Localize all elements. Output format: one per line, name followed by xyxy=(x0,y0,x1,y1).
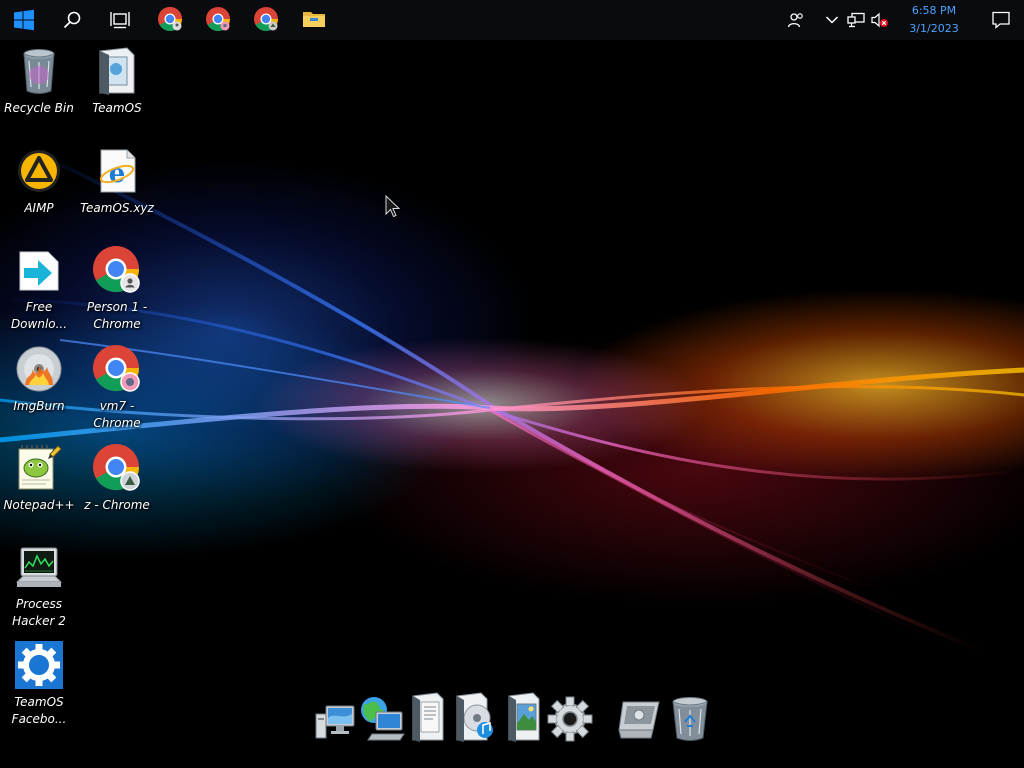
desktop-icon-label: Process Hacker 2 xyxy=(12,597,66,628)
process-hacker-icon xyxy=(14,542,64,592)
desktop-icon-label: TeamOS.xyz xyxy=(80,201,154,215)
dock-item-settings[interactable] xyxy=(546,690,594,742)
desktop-icon-label: z - Chrome xyxy=(84,498,150,512)
desktop-icon-label: vm7 - Chrome xyxy=(93,399,141,430)
search-button[interactable] xyxy=(48,0,96,40)
imgburn-icon xyxy=(14,344,64,394)
clock-time: 6:58 PM xyxy=(911,4,957,17)
desktop-icon-label: TeamOS xyxy=(92,101,142,115)
recycle-bin-icon xyxy=(672,697,708,741)
music-folder-icon xyxy=(456,692,493,742)
network-button[interactable] xyxy=(844,0,868,40)
dock-item-control-panel[interactable] xyxy=(616,690,664,742)
show-hidden-icons-button[interactable] xyxy=(820,0,844,40)
dock-item-recycle-bin[interactable] xyxy=(666,690,714,742)
taskbar-chrome-vm7[interactable] xyxy=(194,0,242,40)
people-icon xyxy=(787,13,803,28)
notepad-plus-plus-icon xyxy=(14,443,64,493)
volume-muted-icon xyxy=(871,12,888,28)
desktop-icon-label: ImgBurn xyxy=(13,399,65,413)
start-button[interactable] xyxy=(0,0,48,40)
desktop-icon-person-1-chrome[interactable]: Person 1 - Chrome xyxy=(78,245,156,333)
dock-item-music[interactable] xyxy=(452,690,500,742)
control-panel-icon xyxy=(618,701,660,739)
taskbar: 6:58 PM 3/1/2023 xyxy=(0,0,1024,40)
dock xyxy=(310,690,720,744)
folder-document-icon xyxy=(92,46,142,96)
chrome-icon xyxy=(92,245,142,295)
dock-item-pictures[interactable] xyxy=(500,690,548,742)
chevron-up-icon xyxy=(825,16,839,24)
dock-item-network[interactable] xyxy=(358,690,406,742)
desktop-icon-label: TeamOS Facebo... xyxy=(11,695,67,726)
task-view-button[interactable] xyxy=(96,0,144,40)
desktop-icon-label: Person 1 - Chrome xyxy=(86,300,148,331)
internet-explorer-icon: e xyxy=(92,146,142,196)
recycle-bin-icon xyxy=(14,46,64,96)
aimp-icon xyxy=(14,146,64,196)
desktop-icon-notepad-plus-plus[interactable]: Notepad++ xyxy=(0,443,78,514)
desktop-icon-imgburn[interactable]: ImgBurn xyxy=(0,344,78,415)
desktop-icon-label: Notepad++ xyxy=(3,498,75,512)
desktop-icon-aimp[interactable]: AIMP xyxy=(0,146,78,217)
system-tray: 6:58 PM 3/1/2023 xyxy=(784,0,1024,40)
svg-text:e: e xyxy=(109,159,126,189)
people-button[interactable] xyxy=(784,0,808,40)
chrome-icon xyxy=(92,443,142,493)
chrome-icon xyxy=(158,6,182,32)
windows-logo-icon xyxy=(14,9,34,31)
desktop-icon-label: Free Downlo... xyxy=(10,300,68,331)
documents-folder-icon xyxy=(412,692,444,742)
network-icon xyxy=(847,12,865,28)
desktop-icon-teamos[interactable]: TeamOS xyxy=(78,46,156,117)
clock-date: 3/1/2023 xyxy=(909,22,959,35)
taskbar-file-explorer[interactable] xyxy=(290,0,338,40)
chrome-icon xyxy=(92,344,142,394)
desktop-icon-free-download-manager[interactable]: Free Downlo... xyxy=(0,245,78,333)
desktop-icon-process-hacker-2[interactable]: Process Hacker 2 xyxy=(0,542,78,630)
volume-button[interactable] xyxy=(868,0,892,40)
free-download-manager-icon xyxy=(14,245,64,295)
dock-item-documents[interactable] xyxy=(404,690,452,742)
pictures-folder-icon xyxy=(508,692,540,742)
desktop-icon-teamos-xyz[interactable]: e TeamOS.xyz xyxy=(78,146,156,217)
taskbar-clock[interactable]: 6:58 PM 3/1/2023 xyxy=(898,2,970,38)
task-view-icon xyxy=(110,12,130,29)
gear-icon xyxy=(547,696,593,742)
chrome-icon xyxy=(254,7,278,32)
gear-icon xyxy=(14,640,64,690)
desktop-icon-teamos-facebook[interactable]: TeamOS Facebo... xyxy=(0,640,78,728)
mouse-cursor-icon xyxy=(385,194,401,223)
chrome-icon xyxy=(206,7,230,32)
search-icon xyxy=(63,11,81,29)
taskbar-chrome-person-1[interactable] xyxy=(146,0,194,40)
desktop-icon-vm7-chrome[interactable]: vm7 - Chrome xyxy=(78,344,156,432)
taskbar-chrome-z[interactable] xyxy=(242,0,290,40)
network-globe-icon xyxy=(361,697,405,741)
computer-icon xyxy=(315,705,355,739)
desktop-icon-z-chrome[interactable]: z - Chrome xyxy=(78,443,156,514)
action-center-icon xyxy=(992,11,1010,29)
dock-item-computer[interactable] xyxy=(312,690,360,742)
desktop-icon-recycle-bin[interactable]: Recycle Bin xyxy=(0,46,78,117)
desktop-icon-label: AIMP xyxy=(24,201,54,215)
folder-icon xyxy=(303,12,325,27)
action-center-button[interactable] xyxy=(978,0,1024,40)
desktop-icon-label: Recycle Bin xyxy=(4,101,74,115)
